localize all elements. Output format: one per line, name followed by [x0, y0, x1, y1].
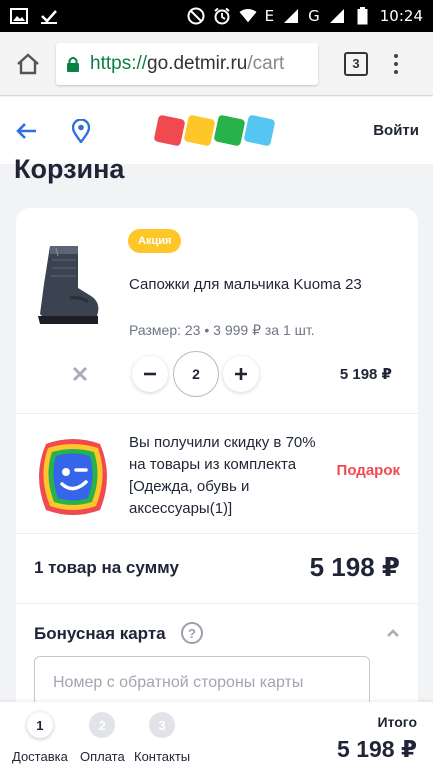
quantity-decrease-button[interactable]: [132, 356, 168, 392]
url-host: go.detmir.ru: [147, 52, 248, 74]
location-button[interactable]: [70, 118, 92, 143]
gift-link[interactable]: Подарок: [337, 462, 400, 479]
home-button[interactable]: [10, 46, 46, 82]
step-number: 3: [149, 712, 176, 738]
signal-icon-2: [328, 7, 346, 25]
product-name[interactable]: Сапожки для мальчика Kuoma 23: [129, 274, 389, 296]
logo-square-yellow: [183, 114, 216, 147]
location-pin-icon: [72, 118, 90, 143]
step-payment[interactable]: 2 Оплата: [80, 712, 125, 764]
home-icon: [17, 52, 39, 74]
logo-square-green: [213, 114, 246, 147]
plus-icon: [235, 368, 247, 380]
network-type-label-2: G: [308, 7, 320, 25]
page-title: Корзина: [14, 154, 125, 184]
site-logo[interactable]: [153, 114, 276, 147]
dnd-icon: [187, 7, 205, 25]
step-label: Контакты: [134, 749, 191, 764]
address-bar[interactable]: https://go.detmir.ru/cart: [56, 42, 318, 85]
product-size-price: Размер: 23 • 3 999 ₽ за 1 шт.: [129, 322, 315, 338]
step-label: Оплата: [80, 749, 125, 764]
total-label: Итого: [377, 714, 417, 730]
step-contacts[interactable]: 3 Контакты: [134, 712, 190, 764]
back-button[interactable]: [14, 119, 38, 143]
logo-square-blue: [243, 114, 276, 147]
mascot-wink-icon: [39, 439, 107, 515]
signal-icon: [282, 7, 300, 25]
lock-icon: [67, 56, 79, 72]
summary-total: 5 198 ₽: [309, 552, 400, 582]
menu-dot-icon: [394, 69, 398, 74]
alarm-icon: [213, 7, 231, 25]
quantity-value[interactable]: 2: [173, 351, 219, 397]
remove-item-button[interactable]: [70, 364, 90, 384]
wifi-icon: [239, 7, 257, 25]
check-icon: [40, 7, 58, 25]
step-number: 2: [89, 712, 116, 738]
help-icon[interactable]: ?: [181, 622, 203, 644]
browser-menu-button[interactable]: [386, 50, 406, 78]
cart-item: Акция Сапожки для мальчика Kuoma 23 Разм…: [16, 208, 418, 414]
gift-description: Вы получили скидку в 70% на товары из ко…: [129, 434, 316, 517]
gift-discount-block: Вы получили скидку в 70% на товары из ко…: [16, 414, 418, 534]
battery-icon: [354, 7, 372, 25]
cart-card: Акция Сапожки для мальчика Kuoma 23 Разм…: [16, 208, 418, 728]
product-image[interactable]: [36, 244, 102, 326]
menu-dot-icon: [394, 61, 398, 66]
item-line-total: 5 198 ₽: [339, 366, 392, 383]
total-value: 5 198 ₽: [337, 736, 417, 762]
promo-badge: Акция: [128, 229, 182, 253]
step-number: 1: [26, 712, 53, 738]
url-scheme: https://: [90, 52, 148, 74]
image-icon: [10, 7, 28, 25]
menu-dot-icon: [394, 53, 398, 58]
login-button[interactable]: Войти: [373, 122, 419, 139]
step-delivery[interactable]: 1 Доставка: [12, 712, 68, 764]
close-icon: [72, 366, 88, 382]
tab-switcher-button[interactable]: 3: [344, 51, 368, 76]
step-label: Доставка: [12, 749, 68, 764]
status-time: 10:24: [379, 7, 423, 25]
logo-square-red: [153, 114, 186, 147]
bonus-card-title[interactable]: Бонусная карта: [34, 624, 166, 644]
status-bar: E G 10:24: [0, 0, 433, 32]
summary-label: 1 товар на сумму: [34, 558, 179, 577]
checkout-steps-bar: 1 Доставка 2 Оплата 3 Контакты Итого 5 1…: [0, 702, 433, 770]
minus-icon: [144, 372, 156, 376]
browser-toolbar: https://go.detmir.ru/cart 3: [0, 32, 433, 96]
arrow-left-icon: [16, 122, 36, 139]
network-type-label: E: [264, 7, 275, 25]
url-path: /cart: [247, 52, 285, 74]
cart-summary: 1 товар на сумму 5 198 ₽: [16, 534, 418, 604]
chevron-up-icon[interactable]: [386, 626, 400, 640]
quantity-increase-button[interactable]: [223, 356, 259, 392]
